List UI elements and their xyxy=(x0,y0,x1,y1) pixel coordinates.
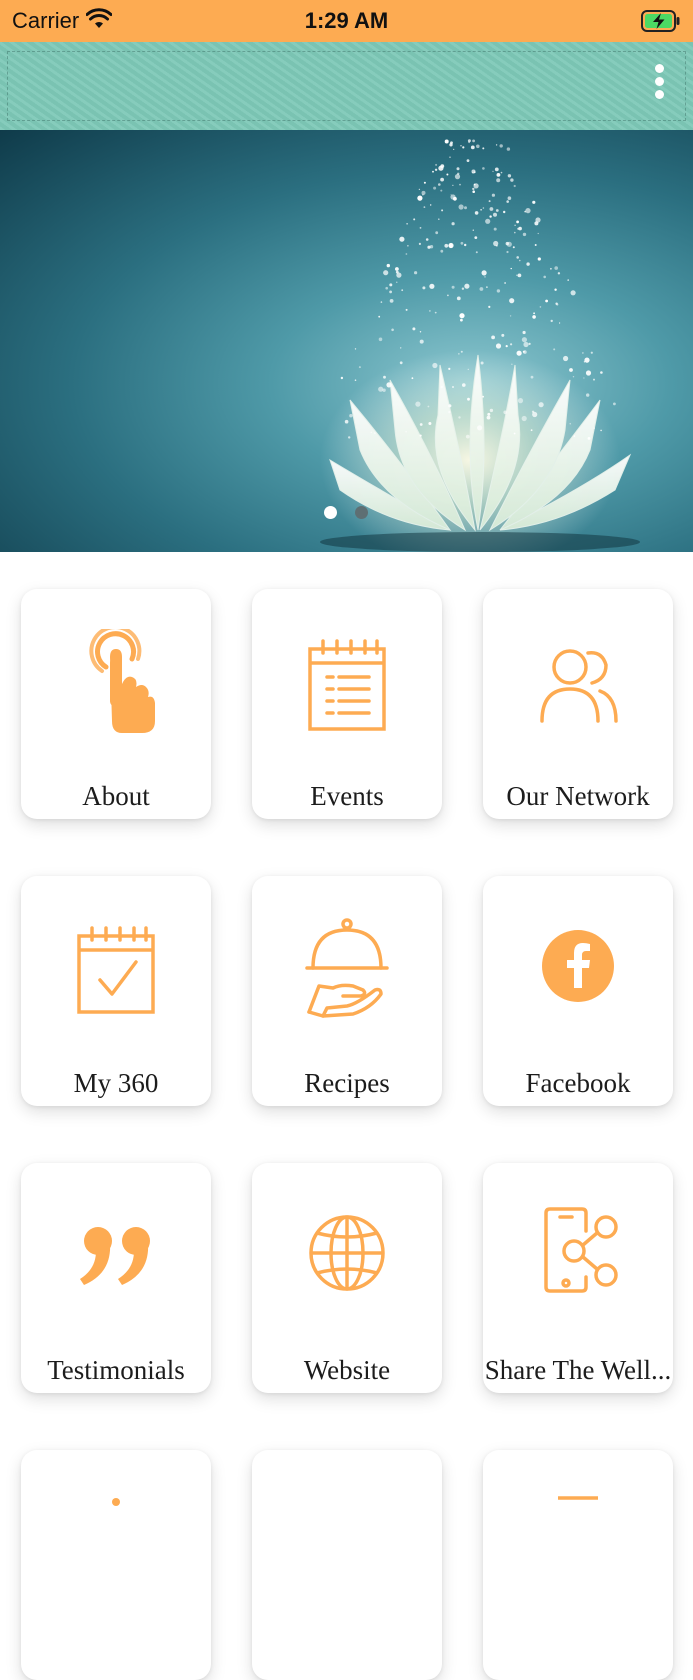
tile-events[interactable]: Events xyxy=(252,589,442,819)
quote-icon xyxy=(66,1203,166,1313)
tile-facebook[interactable]: Facebook xyxy=(483,876,673,1106)
banner-slideshow[interactable] xyxy=(0,130,693,552)
tile-our-network[interactable]: Our Network xyxy=(483,589,673,819)
tile-label: My 360 xyxy=(73,1068,159,1098)
tile-label: Share The Well... xyxy=(484,1355,672,1385)
globe-icon xyxy=(297,1203,397,1313)
tile-my-360[interactable]: My 360 xyxy=(21,876,211,1106)
partial-icon xyxy=(66,1490,166,1600)
tile-row4-1[interactable] xyxy=(21,1450,211,1680)
tile-about[interactable]: About xyxy=(21,589,211,819)
nav-bar-frame xyxy=(7,51,686,121)
status-bar: Carrier 1:29 AM xyxy=(0,0,693,42)
tile-website[interactable]: Website xyxy=(252,1163,442,1393)
events-list-icon xyxy=(297,629,397,739)
battery-charging-icon xyxy=(641,10,681,37)
phone-share-icon xyxy=(528,1203,628,1313)
tile-share-the-well[interactable]: Share The Well... xyxy=(483,1163,673,1393)
tap-finger-icon xyxy=(66,625,166,739)
tile-label: About xyxy=(82,781,150,811)
tile-row4-3[interactable] xyxy=(483,1450,673,1680)
tile-testimonials[interactable]: Testimonials xyxy=(21,1163,211,1393)
users-icon xyxy=(528,629,628,739)
more-vertical-icon[interactable] xyxy=(649,64,669,106)
facebook-icon xyxy=(528,916,628,1026)
pagination-dot-active[interactable] xyxy=(324,506,337,519)
serving-dish-icon xyxy=(297,916,397,1026)
tile-label: Recipes xyxy=(304,1068,390,1098)
lotus-image xyxy=(320,139,640,552)
tile-label: Our Network xyxy=(506,781,650,811)
tile-label: Facebook xyxy=(525,1068,631,1098)
clock: 1:29 AM xyxy=(304,8,389,33)
partial-icon xyxy=(528,1490,628,1600)
tile-label: Testimonials xyxy=(47,1355,185,1385)
tile-label: Website xyxy=(303,1355,391,1385)
nav-bar xyxy=(0,42,693,130)
pagination-dot[interactable] xyxy=(355,506,368,519)
tile-row4-2[interactable] xyxy=(252,1450,442,1680)
tile-label: Events xyxy=(310,781,384,811)
calendar-check-icon xyxy=(66,916,166,1026)
tile-recipes[interactable]: Recipes xyxy=(252,876,442,1106)
